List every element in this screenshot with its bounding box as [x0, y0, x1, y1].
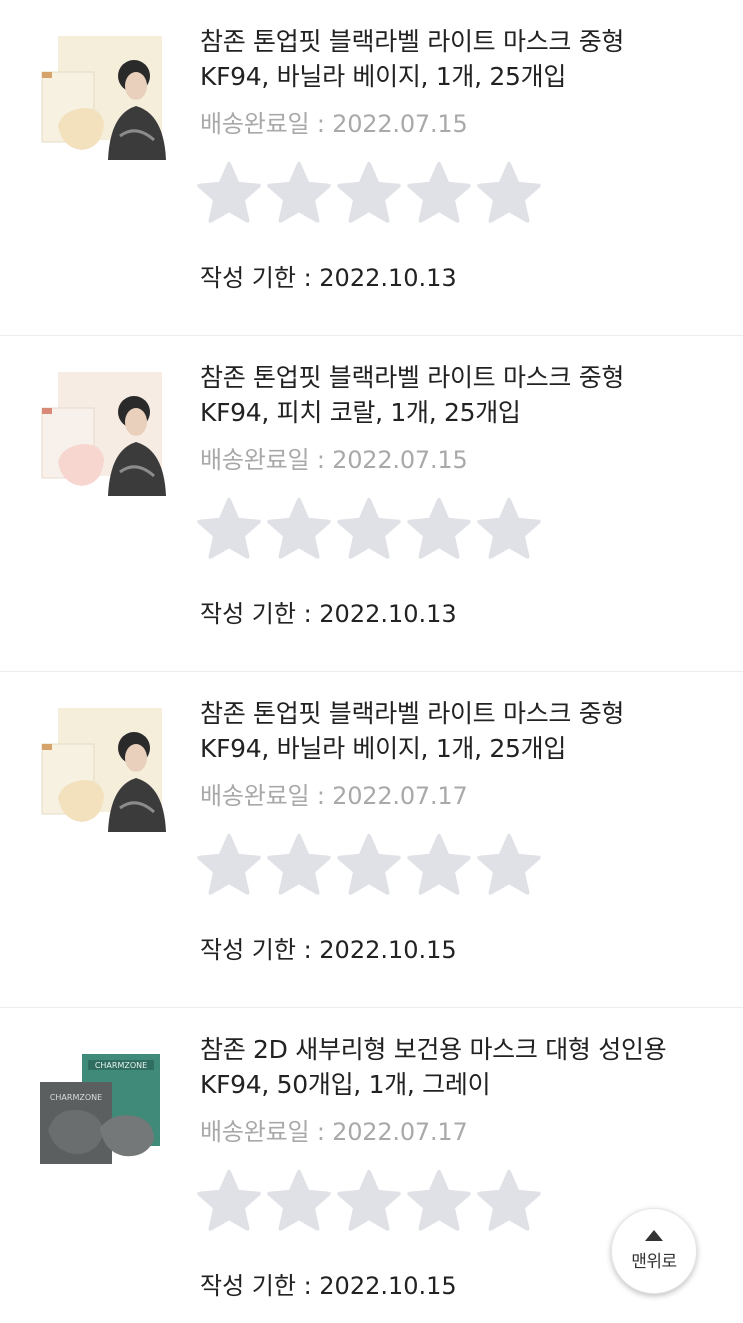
arrow-up-icon [645, 1230, 663, 1241]
review-deadline: 작성 기한 : 2022.10.15 [200, 1272, 457, 1300]
review-deadline: 작성 기한 : 2022.10.13 [200, 600, 457, 628]
star-rating [196, 832, 542, 898]
product-title-line2: KF94, 바닐라 베이지, 1개, 25개입 [200, 62, 567, 91]
delivery-date: 배송완료일 : 2022.07.17 [200, 782, 468, 810]
scroll-to-top-button[interactable]: 맨위로 [611, 1208, 697, 1294]
star-2-icon[interactable] [266, 160, 332, 226]
star-3-icon[interactable] [336, 1168, 402, 1234]
product-title-line2: KF94, 피치 코랄, 1개, 25개입 [200, 398, 521, 427]
star-1-icon[interactable] [196, 496, 262, 562]
product-title[interactable]: 참존 톤업핏 블랙라벨 라이트 마스크 중형 KF94, 바닐라 베이지, 1개… [200, 24, 720, 94]
star-1-icon[interactable] [196, 160, 262, 226]
review-item: 참존 톤업핏 블랙라벨 라이트 마스크 중형 KF94, 피치 코랄, 1개, … [0, 336, 743, 672]
svg-text:CHARMZONE: CHARMZONE [50, 1093, 102, 1102]
svg-text:CHARMZONE: CHARMZONE [95, 1061, 147, 1070]
product-title[interactable]: 참존 톤업핏 블랙라벨 라이트 마스크 중형 KF94, 피치 코랄, 1개, … [200, 360, 720, 430]
star-5-icon[interactable] [476, 832, 542, 898]
delivery-date: 배송완료일 : 2022.07.15 [200, 446, 468, 474]
star-4-icon[interactable] [406, 160, 472, 226]
product-thumbnail[interactable] [38, 36, 168, 160]
star-5-icon[interactable] [476, 160, 542, 226]
star-4-icon[interactable] [406, 496, 472, 562]
product-title-line2: KF94, 50개입, 1개, 그레이 [200, 1070, 491, 1099]
review-deadline: 작성 기한 : 2022.10.13 [200, 264, 457, 292]
product-thumbnail[interactable] [38, 372, 168, 496]
star-rating [196, 1168, 542, 1234]
star-3-icon[interactable] [336, 160, 402, 226]
product-title-line1: 참존 톤업핏 블랙라벨 라이트 마스크 중형 [200, 27, 625, 56]
product-title-line1: 참존 톤업핏 블랙라벨 라이트 마스크 중형 [200, 699, 625, 728]
product-thumbnail[interactable] [38, 708, 168, 832]
mask-box-vanilla-image [41, 36, 166, 160]
review-item: 참존 톤업핏 블랙라벨 라이트 마스크 중형 KF94, 바닐라 베이지, 1개… [0, 0, 743, 336]
product-title-line2: KF94, 바닐라 베이지, 1개, 25개입 [200, 734, 567, 763]
star-1-icon[interactable] [196, 832, 262, 898]
delivery-date: 배송완료일 : 2022.07.17 [200, 1118, 468, 1146]
mask-box-peach-image [41, 372, 166, 496]
star-4-icon[interactable] [406, 1168, 472, 1234]
star-3-icon[interactable] [336, 496, 402, 562]
star-4-icon[interactable] [406, 832, 472, 898]
star-3-icon[interactable] [336, 832, 402, 898]
product-title-line1: 참존 2D 새부리형 보건용 마스크 대형 성인용 [200, 1035, 667, 1064]
star-5-icon[interactable] [476, 1168, 542, 1234]
star-5-icon[interactable] [476, 496, 542, 562]
star-2-icon[interactable] [266, 832, 332, 898]
review-deadline: 작성 기한 : 2022.10.15 [200, 936, 457, 964]
product-title[interactable]: 참존 톤업핏 블랙라벨 라이트 마스크 중형 KF94, 바닐라 베이지, 1개… [200, 696, 720, 766]
star-2-icon[interactable] [266, 1168, 332, 1234]
scroll-to-top-label: 맨위로 [631, 1252, 677, 1272]
product-thumbnail[interactable]: CHARMZONE CHARMZONE [38, 1050, 162, 1168]
review-item: 참존 톤업핏 블랙라벨 라이트 마스크 중형 KF94, 바닐라 베이지, 1개… [0, 672, 743, 1008]
star-rating [196, 160, 542, 226]
review-list: 참존 톤업핏 블랙라벨 라이트 마스크 중형 KF94, 바닐라 베이지, 1개… [0, 0, 743, 1323]
product-title[interactable]: 참존 2D 새부리형 보건용 마스크 대형 성인용 KF94, 50개입, 1개… [200, 1032, 720, 1102]
mask-box-vanilla-image [41, 708, 166, 832]
product-title-line1: 참존 톤업핏 블랙라벨 라이트 마스크 중형 [200, 363, 625, 392]
star-1-icon[interactable] [196, 1168, 262, 1234]
star-2-icon[interactable] [266, 496, 332, 562]
star-rating [196, 496, 542, 562]
charmzone-gray-mask-image: CHARMZONE CHARMZONE [40, 1054, 160, 1164]
delivery-date: 배송완료일 : 2022.07.15 [200, 110, 468, 138]
